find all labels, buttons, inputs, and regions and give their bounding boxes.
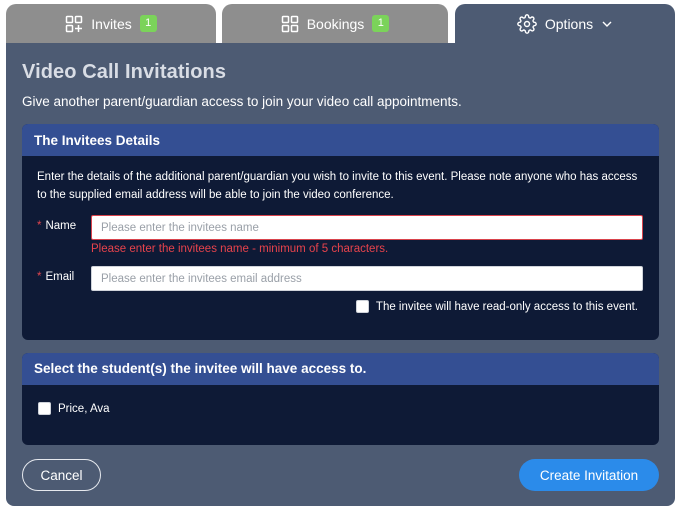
page-subtitle: Give another parent/guardian access to j… <box>22 94 462 109</box>
page-title: Video Call Invitations <box>22 61 227 83</box>
invite-grid-icon <box>65 15 83 33</box>
tab-bookings-label: Bookings <box>306 15 365 32</box>
email-label: * Email <box>37 271 74 283</box>
tab-options-label: Options <box>544 15 594 32</box>
create-invitation-button[interactable]: Create Invitation <box>519 459 659 491</box>
name-label: * Name <box>37 220 76 232</box>
invitee-details-description: Enter the details of the additional pare… <box>37 171 638 201</box>
name-label-text: Name <box>45 220 77 232</box>
tab-options[interactable]: Options <box>455 4 675 43</box>
required-marker: * <box>37 271 42 283</box>
name-input[interactable] <box>91 215 643 240</box>
bookings-count-badge: 1 <box>372 15 390 32</box>
tab-bookings[interactable]: Bookings 1 <box>222 4 448 43</box>
grid-icon <box>281 15 299 33</box>
gear-icon <box>517 13 537 34</box>
readonly-checkbox[interactable] <box>355 300 369 313</box>
readonly-label: The invitee will have read-only access t… <box>375 300 638 313</box>
invitation-panel: Video Call Invitations Give another pare… <box>6 43 675 506</box>
cancel-button[interactable]: Cancel <box>22 459 101 491</box>
name-error-message: Please enter the invitees name - minimum… <box>91 243 389 255</box>
student-item: Price, Ava <box>38 402 110 415</box>
readonly-option: The invitee will have read-only access t… <box>355 300 638 313</box>
tab-invites[interactable]: Invites 1 <box>6 4 216 43</box>
email-input[interactable] <box>91 266 643 291</box>
email-label-text: Email <box>45 271 75 283</box>
tab-invites-label: Invites <box>91 15 132 32</box>
student-access-header: Select the student(s) the invitee will h… <box>22 353 659 385</box>
invites-count-badge: 1 <box>139 15 157 32</box>
invitee-details-header: The Invitees Details <box>22 124 659 156</box>
student-access-card: Select the student(s) the invitee will h… <box>22 353 659 445</box>
chevron-down-icon <box>601 18 613 30</box>
student-checkbox[interactable] <box>38 402 51 415</box>
student-name: Price, Ava <box>58 402 110 415</box>
invitee-details-card: The Invitees Details Enter the details o… <box>22 124 659 340</box>
required-marker: * <box>37 220 42 232</box>
